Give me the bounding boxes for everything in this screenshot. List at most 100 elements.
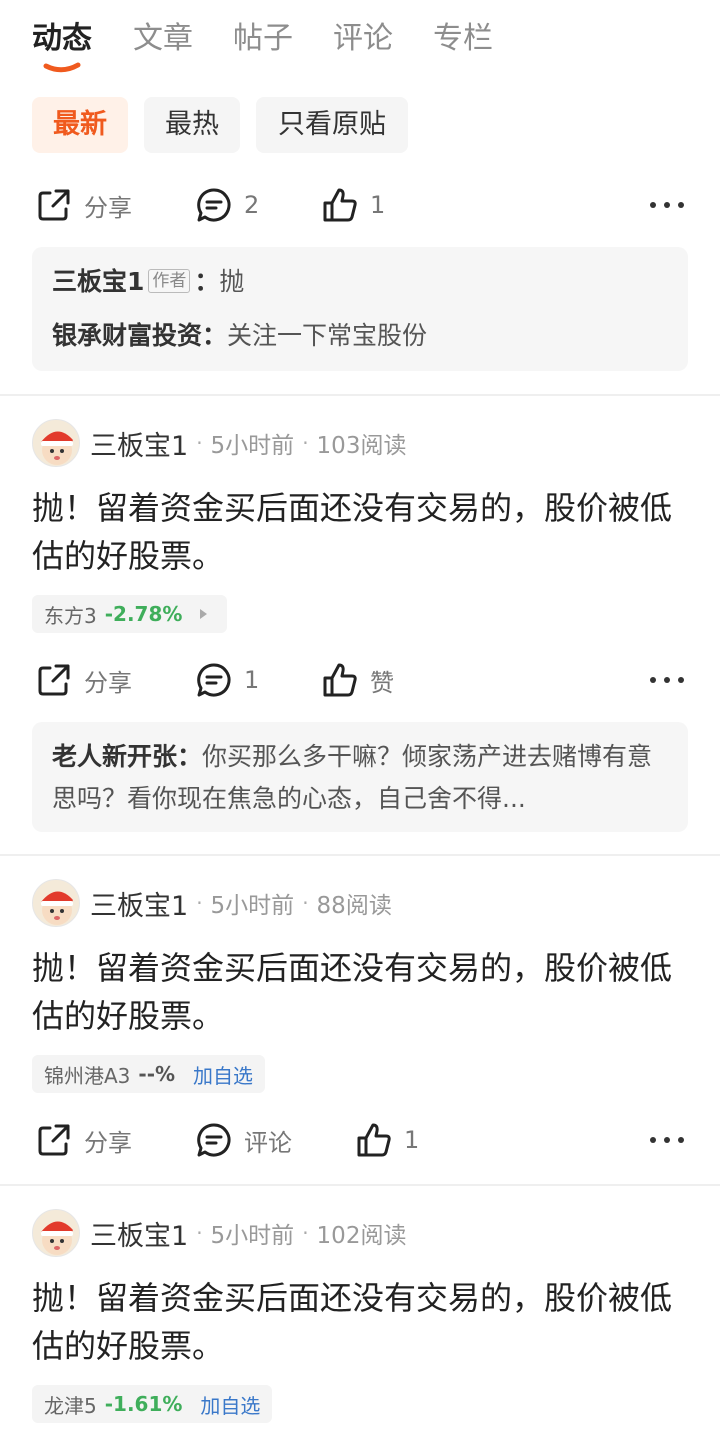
comment-line: 三板宝1 作者 ：抛: [52, 261, 668, 303]
share-button[interactable]: 分享: [36, 175, 132, 235]
thumbs-up-icon: [323, 188, 357, 222]
separator-dot: ·: [302, 431, 309, 455]
stock-change: --%: [138, 1062, 176, 1086]
comment-icon: [197, 663, 231, 697]
separator-dot: ·: [196, 1221, 203, 1245]
stock-tag[interactable]: 东方3 -2.78%: [32, 595, 228, 633]
read-count: 88阅读: [316, 893, 392, 919]
stock-name: 龙津5: [44, 1393, 97, 1418]
comment-preview-box[interactable]: 三板宝1 作者 ：抛 银承财富投资：关注一下常宝股份: [32, 247, 688, 371]
post-time: 5小时前: [210, 1223, 295, 1249]
share-label: 分享: [84, 1128, 132, 1157]
filter-hottest[interactable]: 最热: [144, 97, 240, 153]
read-count: 102阅读: [316, 1223, 407, 1249]
comment-count: 1: [244, 666, 260, 694]
more-dot: [650, 202, 656, 208]
avatar-image: [41, 431, 73, 465]
like-button[interactable]: 1: [356, 1110, 419, 1170]
comment-separator: ：: [177, 742, 203, 771]
share-label: 分享: [84, 193, 132, 222]
more-options-button[interactable]: [650, 187, 684, 223]
thumbs-up-icon: [323, 663, 357, 697]
username[interactable]: 三板宝1: [90, 424, 188, 463]
divider: [0, 394, 720, 396]
post-content[interactable]: 抛！留着资金买后面还没有交易的，股价被低估的好股票。: [32, 1274, 692, 1370]
separator-dot: ·: [302, 891, 309, 915]
more-options-button[interactable]: [650, 662, 684, 698]
tab-comments[interactable]: 评论: [333, 18, 393, 60]
comment-text: 抛: [219, 267, 245, 296]
tab-posts[interactable]: 帖子: [233, 18, 293, 60]
separator-dot: ·: [196, 431, 203, 455]
stock-name: 东方3: [44, 603, 97, 628]
stock-tag[interactable]: 锦州港A3 --% 加自选: [32, 1055, 266, 1093]
share-icon: [38, 1124, 70, 1156]
thumbs-up-icon: [357, 1123, 391, 1157]
tab-columns[interactable]: 专栏: [433, 18, 493, 60]
avatar[interactable]: [32, 879, 80, 927]
comment-line: 银承财富投资：关注一下常宝股份: [52, 315, 668, 357]
post-header: 三板宝1 · 5小时前 · 88阅读: [32, 878, 392, 928]
action-row: 分享 2 1: [0, 175, 720, 235]
more-dot: [678, 677, 684, 683]
share-icon: [38, 664, 70, 696]
tab-dynamic[interactable]: 动态: [32, 18, 92, 60]
more-dot: [650, 677, 656, 683]
comment-separator: ：: [194, 267, 220, 296]
add-to-watchlist-button[interactable]: 加自选: [200, 1390, 260, 1419]
comment-author[interactable]: 三板宝1: [52, 267, 144, 296]
comment-preview-box[interactable]: 老人新开张：你买那么多干嘛？倾家荡产进去赌博有意思吗？看你现在焦急的心态，自己舍…: [32, 722, 688, 832]
share-button[interactable]: 分享: [36, 1110, 132, 1170]
like-count: 1: [370, 191, 386, 219]
like-button[interactable]: 1: [322, 175, 385, 235]
read-count: 103阅读: [316, 433, 407, 459]
separator-dot: ·: [196, 891, 203, 915]
post-content[interactable]: 抛！留着资金买后面还没有交易的，股价被低估的好股票。: [32, 484, 692, 580]
avatar[interactable]: [32, 1209, 80, 1257]
author-badge: 作者: [148, 269, 191, 293]
comment-button[interactable]: 1: [196, 650, 259, 710]
action-row: 分享 评论 1: [0, 1110, 720, 1170]
share-button[interactable]: 分享: [36, 650, 132, 710]
stock-change: -1.61%: [104, 1392, 183, 1416]
username[interactable]: 三板宝1: [90, 1214, 188, 1253]
comment-icon: [197, 188, 231, 222]
divider: [0, 1184, 720, 1186]
post-header: 三板宝1 · 5小时前 · 102阅读: [32, 1208, 406, 1258]
separator-dot: ·: [302, 1221, 309, 1245]
post-content[interactable]: 抛！留着资金买后面还没有交易的，股价被低估的好股票。: [32, 944, 692, 1040]
stock-change: -2.78%: [104, 602, 183, 626]
like-label: 赞: [370, 668, 394, 697]
stock-name: 锦州港A3: [44, 1063, 131, 1088]
like-count: 1: [404, 1126, 420, 1154]
comment-author[interactable]: 银承财富投资: [52, 321, 202, 350]
avatar-image: [41, 1221, 73, 1255]
stock-tag[interactable]: 龙津5 -1.61% 加自选: [32, 1385, 273, 1423]
add-to-watchlist-button[interactable]: 加自选: [193, 1060, 253, 1089]
more-dot: [678, 1137, 684, 1143]
post-header: 三板宝1 · 5小时前 · 103阅读: [32, 418, 406, 468]
more-dot: [664, 1137, 670, 1143]
more-dot: [664, 677, 670, 683]
comment-count: 2: [244, 191, 260, 219]
username[interactable]: 三板宝1: [90, 884, 188, 923]
like-button[interactable]: 赞: [322, 650, 394, 710]
top-tab-bar: 动态 文章 帖子 评论 专栏: [0, 0, 720, 90]
comment-button[interactable]: 2: [196, 175, 259, 235]
comment-separator: ：: [202, 321, 228, 350]
post-time: 5小时前: [210, 893, 295, 919]
comment-icon: [197, 1123, 231, 1157]
filter-original-only[interactable]: 只看原贴: [256, 97, 408, 153]
avatar[interactable]: [32, 419, 80, 467]
divider: [0, 854, 720, 856]
chevron-right-icon: [200, 609, 208, 619]
comment-author[interactable]: 老人新开张: [52, 742, 177, 771]
post-time: 5小时前: [210, 433, 295, 459]
share-icon: [38, 189, 70, 221]
more-options-button[interactable]: [650, 1122, 684, 1158]
filter-latest[interactable]: 最新: [32, 97, 128, 153]
comment-button[interactable]: 评论: [196, 1110, 292, 1170]
comment-label: 评论: [244, 1128, 292, 1157]
tab-articles[interactable]: 文章: [133, 18, 193, 60]
more-dot: [678, 202, 684, 208]
